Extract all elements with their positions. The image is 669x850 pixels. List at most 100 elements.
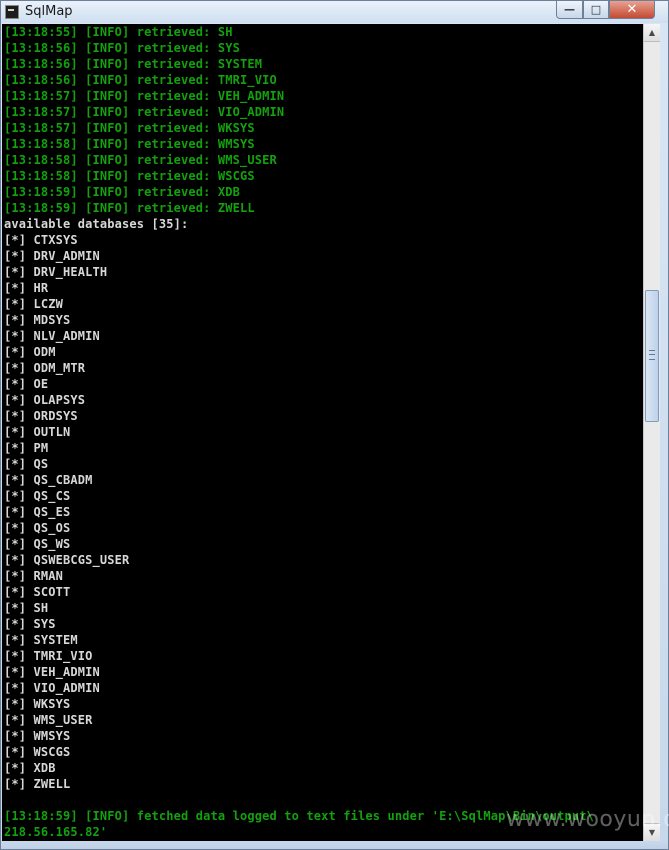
database-bullet: [*]: [4, 409, 27, 423]
database-list-item: [*] ZWELL: [4, 776, 70, 792]
database-list-item: [*] WKSYS: [4, 696, 70, 712]
log-level: [INFO]: [85, 201, 130, 215]
log-level: [INFO]: [85, 73, 130, 87]
log-line-retrieved: [13:18:57] [INFO] retrieved: VEH_ADMIN: [4, 88, 284, 104]
log-time: [13:18:57]: [4, 105, 78, 119]
log-text: retrieved: SYSTEM: [136, 57, 263, 71]
minimize-icon: —: [564, 3, 575, 16]
database-bullet: [*]: [4, 585, 27, 599]
maximize-icon: □: [590, 3, 602, 16]
database-bullet: [*]: [4, 473, 27, 487]
log-text: retrieved: VIO_ADMIN: [136, 105, 285, 119]
scrollbar-thumb[interactable]: [645, 290, 659, 422]
console-app-icon[interactable]: [5, 5, 19, 19]
scroll-up-icon: ▲: [648, 28, 656, 37]
database-bullet: [*]: [4, 297, 27, 311]
log-level: [INFO]: [85, 153, 130, 167]
database-bullet: [*]: [4, 633, 27, 647]
log-time: [13:18:56]: [4, 57, 78, 71]
window-bottom-frame: [1, 841, 668, 849]
log-line-retrieved: [13:18:57] [INFO] retrieved: WKSYS: [4, 120, 255, 136]
log-level: [INFO]: [85, 105, 130, 119]
minimize-button[interactable]: —: [556, 1, 583, 19]
maximize-button[interactable]: □: [583, 1, 609, 19]
database-bullet: [*]: [4, 393, 27, 407]
log-level: [INFO]: [85, 121, 130, 135]
log-text: retrieved: WSCGS: [136, 169, 255, 183]
database-name: SH: [33, 601, 49, 615]
log-line-retrieved: [13:18:59] [INFO] retrieved: XDB: [4, 184, 240, 200]
log-level: [INFO]: [85, 137, 130, 151]
log-time: [13:18:56]: [4, 73, 78, 87]
database-list-item: [*] TMRI_VIO: [4, 648, 93, 664]
log-line-retrieved: [13:18:55] [INFO] retrieved: SH: [4, 24, 233, 40]
database-list-item: [*] HR: [4, 280, 48, 296]
log-time: [13:18:59]: [4, 201, 78, 215]
database-list-item: [*] QS_ES: [4, 504, 70, 520]
database-name: ODM: [33, 345, 56, 359]
database-bullet: [*]: [4, 233, 27, 247]
database-name: RMAN: [33, 569, 63, 583]
database-list-item: [*] WMS_USER: [4, 712, 93, 728]
database-name: WMS_USER: [33, 713, 93, 727]
database-list-item: [*] RMAN: [4, 568, 63, 584]
database-bullet: [*]: [4, 489, 27, 503]
log-line-output-path: 218.56.165.82': [4, 825, 108, 839]
database-bullet: [*]: [4, 249, 27, 263]
sqlmap-console-window: SqlMap — □ ✕ [13:18:55] [INFO] retrieved…: [0, 0, 669, 850]
database-list-item: [*] ODM_MTR: [4, 360, 85, 376]
database-list-item: [*] VIO_ADMIN: [4, 680, 100, 696]
database-list-item: [*] OLAPSYS: [4, 392, 85, 408]
database-bullet: [*]: [4, 329, 27, 343]
database-name: SCOTT: [33, 585, 71, 599]
log-line-retrieved: [13:18:57] [INFO] retrieved: VIO_ADMIN: [4, 104, 284, 120]
log-level: [INFO]: [85, 185, 130, 199]
database-list-item: [*] ORDSYS: [4, 408, 78, 424]
available-databases-header: available databases [35]:: [4, 217, 189, 231]
database-list-item: [*] WMSYS: [4, 728, 70, 744]
database-name: HR: [33, 281, 49, 295]
database-name: WKSYS: [33, 697, 71, 711]
database-name: OUTLN: [33, 425, 71, 439]
database-list-item: [*] VEH_ADMIN: [4, 664, 100, 680]
database-bullet: [*]: [4, 281, 27, 295]
database-name: ZWELL: [33, 777, 71, 791]
vertical-scrollbar[interactable]: ▲ ▼: [643, 24, 660, 841]
database-name: CTXSYS: [33, 233, 78, 247]
database-name: WMSYS: [33, 729, 71, 743]
console-output[interactable]: [13:18:55] [INFO] retrieved: SH [13:18:56…: [2, 24, 643, 841]
database-name: ODM_MTR: [33, 361, 86, 375]
close-button[interactable]: ✕: [609, 1, 655, 19]
database-name: DRV_ADMIN: [33, 249, 100, 263]
database-list-item: [*] QS_CS: [4, 488, 70, 504]
database-bullet: [*]: [4, 697, 27, 711]
database-bullet: [*]: [4, 425, 27, 439]
database-name: QS_CS: [33, 489, 71, 503]
log-time: [13:18:57]: [4, 121, 78, 135]
log-text: retrieved: TMRI_VIO: [136, 73, 277, 87]
database-list-item: [*] SYSTEM: [4, 632, 78, 648]
database-name: DRV_HEALTH: [33, 265, 108, 279]
database-list-item: [*] QS_OS: [4, 520, 70, 536]
grip-icon: [649, 350, 655, 360]
log-time: [13:18:58]: [4, 169, 78, 183]
log-time: [13:18:59]: [4, 185, 78, 199]
log-text: retrieved: WMSYS: [136, 137, 255, 151]
database-list-item: [*] QS_WS: [4, 536, 70, 552]
database-name: WSCGS: [33, 745, 71, 759]
database-list-item: [*] CTXSYS: [4, 232, 78, 248]
title-bar[interactable]: SqlMap — □ ✕: [1, 1, 668, 23]
database-list-item: [*] ODM: [4, 344, 56, 360]
database-list-item: [*] DRV_HEALTH: [4, 264, 107, 280]
database-name: SYS: [33, 617, 56, 631]
database-list-item: [*] XDB: [4, 760, 56, 776]
log-level: [INFO]: [85, 41, 130, 55]
database-list-item: [*] QS_CBADM: [4, 472, 93, 488]
database-name: ORDSYS: [33, 409, 78, 423]
database-bullet: [*]: [4, 265, 27, 279]
log-line-retrieved: [13:18:58] [INFO] retrieved: WMSYS: [4, 136, 255, 152]
log-text: retrieved: SH: [136, 25, 233, 39]
database-bullet: [*]: [4, 377, 27, 391]
log-line-retrieved: [13:18:58] [INFO] retrieved: WSCGS: [4, 168, 255, 184]
scroll-up-button[interactable]: ▲: [644, 24, 660, 42]
